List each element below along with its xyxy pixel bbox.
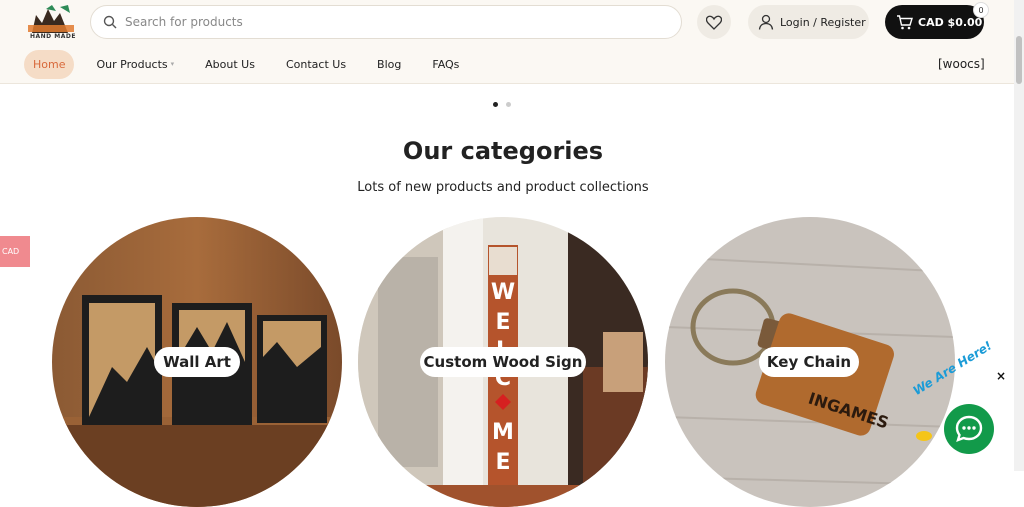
svg-text:E: E [495,450,510,475]
chevron-down-icon: ▾ [170,60,175,68]
section-subtitle: Lots of new products and product collect… [357,180,649,195]
site-header: HAND MADE Login / Register CAD $0.00 0 H… [0,0,1024,84]
nav-our-products-label: Our Products [96,57,168,71]
nav-home-label: Home [33,57,66,71]
category-label-key-chain[interactable]: Key Chain [759,347,859,377]
slider-dot[interactable] [506,102,511,107]
scrollbar-thumb[interactable] [1016,36,1022,84]
currency-switcher[interactable]: [woocs] [938,57,985,71]
search-bar[interactable] [90,5,682,39]
chat-close-icon[interactable]: × [996,369,1006,383]
logo-tagline: HAND MADE [30,33,76,40]
page-scrollbar[interactable] [1014,0,1024,471]
svg-text:M: M [492,420,514,445]
nav-faqs[interactable]: FAQs [432,58,459,71]
heart-icon [706,15,722,30]
slider-pagination [493,102,519,107]
nav-our-products[interactable]: Our Products ▾ [96,58,174,71]
user-icon [758,14,774,30]
cart-count-badge: 0 [973,2,989,18]
main-nav: Home Our Products ▾ About Us Contact Us … [24,48,490,80]
nav-contact-us[interactable]: Contact Us [286,58,346,71]
chat-button[interactable] [944,404,994,454]
wishlist-button[interactable] [697,5,731,39]
category-label-wall-art[interactable]: Wall Art [154,347,240,377]
category-label-custom-wood-sign[interactable]: Custom Wood Sign [420,347,586,377]
cart-icon [897,14,913,29]
nav-about-us-label: About Us [205,57,255,71]
nav-home[interactable]: Home [24,49,75,79]
nav-blog[interactable]: Blog [377,58,401,71]
cart-total: CAD $0.00 [918,15,983,29]
cart-button[interactable]: CAD $0.00 [885,5,984,39]
slider-dot-active[interactable] [493,102,498,107]
nav-blog-label: Blog [377,57,402,71]
login-label: Login / Register [780,15,866,29]
chat-bubble-icon [955,415,983,442]
search-icon [103,15,117,29]
section-title: Our categories [402,137,604,165]
login-register-button[interactable]: Login / Register [748,5,869,39]
nav-about-us[interactable]: About Us [205,58,255,71]
svg-text:E: E [495,310,510,335]
waving-hand-icon [916,431,932,441]
currency-side-tab[interactable]: CAD [0,236,30,267]
search-input[interactable] [125,15,645,29]
svg-text:W: W [491,280,515,305]
nav-contact-us-label: Contact Us [285,57,347,71]
nav-faqs-label: FAQs [432,57,460,71]
